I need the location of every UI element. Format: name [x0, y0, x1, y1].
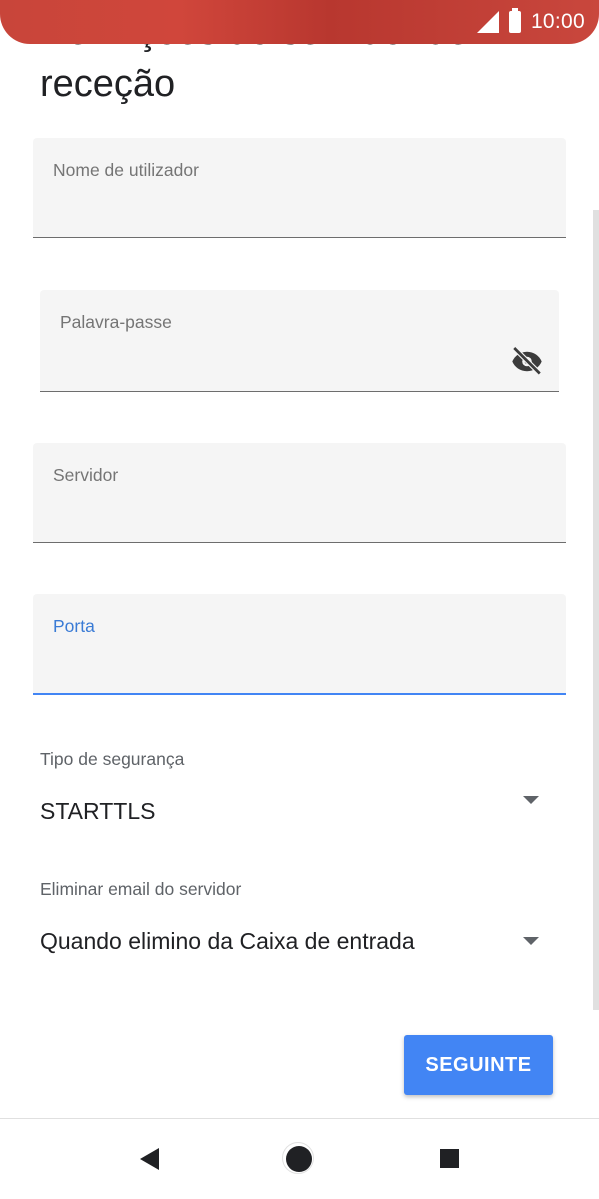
delete-email-select[interactable]: Quando elimino da Caixa de entrada — [40, 922, 559, 966]
eye-off-icon[interactable] — [509, 342, 545, 378]
chevron-down-icon — [523, 937, 539, 945]
chevron-down-icon — [523, 796, 539, 804]
status-bar: 10:00 — [0, 0, 599, 44]
delete-email-value: Quando elimino da Caixa de entrada — [40, 928, 415, 954]
delete-email-label: Eliminar email do servidor — [40, 879, 242, 899]
scrollbar[interactable] — [593, 210, 599, 1010]
recents-icon[interactable] — [440, 1149, 459, 1168]
back-icon[interactable] — [140, 1148, 159, 1170]
home-icon[interactable] — [282, 1142, 314, 1174]
signal-icon — [476, 11, 499, 33]
password-field[interactable]: Palavra-passe — [40, 290, 559, 392]
status-icons: 10:00 — [476, 8, 585, 36]
password-input[interactable] — [60, 349, 499, 381]
navigation-bar — [0, 1118, 599, 1199]
battery-icon — [508, 8, 521, 33]
port-label: Porta — [53, 616, 95, 636]
security-type-select[interactable]: STARTTLS — [40, 790, 559, 834]
security-type-value: STARTTLS — [40, 798, 156, 824]
username-label: Nome de utilizador — [53, 160, 199, 180]
server-label: Servidor — [53, 465, 119, 485]
port-input[interactable] — [53, 651, 506, 683]
password-label: Palavra-passe — [60, 312, 172, 332]
port-field[interactable]: Porta — [33, 594, 566, 695]
next-button[interactable]: SEGUINTE — [404, 1035, 553, 1095]
username-input[interactable] — [53, 195, 506, 227]
server-field[interactable]: Servidor — [33, 443, 566, 543]
clock: 10:00 — [530, 10, 585, 33]
username-field[interactable]: Nome de utilizador — [33, 138, 566, 238]
server-input[interactable] — [53, 500, 506, 532]
security-type-label: Tipo de segurança — [40, 749, 185, 769]
